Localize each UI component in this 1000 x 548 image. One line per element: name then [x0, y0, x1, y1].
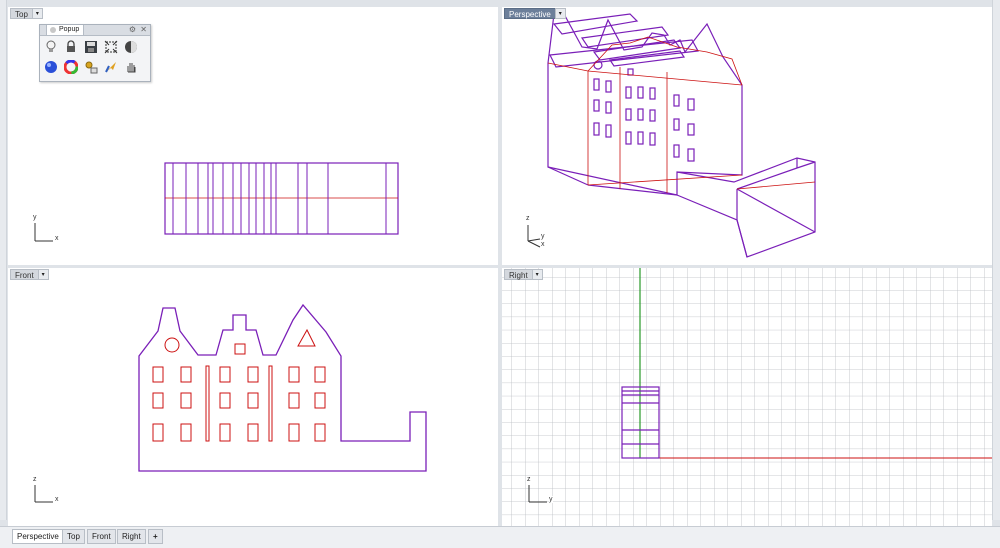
- axis-label-z: z: [527, 476, 531, 483]
- tab-top[interactable]: Top: [62, 529, 85, 544]
- viewport-title-tab[interactable]: Perspective ▾: [504, 8, 566, 19]
- popup-title: Popup: [59, 26, 80, 33]
- right-view-geometry: [502, 268, 992, 526]
- front-view-geometry: [34, 303, 427, 503]
- add-tab-button[interactable]: +: [148, 529, 163, 544]
- axis-label-z: z: [33, 476, 37, 483]
- perspective-view-geometry: [527, 13, 816, 258]
- popup-settings-icon[interactable]: ⚙: [129, 25, 136, 35]
- viewport-menu-dropdown-icon[interactable]: ▾: [531, 269, 543, 280]
- tab-right[interactable]: Right: [117, 529, 146, 544]
- viewport-title-tab[interactable]: Top ▾: [10, 8, 43, 19]
- color-wheel-icon[interactable]: [63, 59, 79, 75]
- axis-label-y: y: [541, 233, 545, 240]
- render-sphere-icon[interactable]: [43, 59, 59, 75]
- popup-tab[interactable]: Popup: [46, 25, 85, 35]
- viewport-label[interactable]: Perspective: [504, 8, 555, 19]
- viewport-perspective[interactable]: Perspective ▾ z y x: [502, 7, 992, 265]
- arrow-select-icon[interactable]: [103, 59, 119, 75]
- popup-close-icon[interactable]: ✕: [140, 25, 147, 35]
- sphere-shaded-icon[interactable]: [123, 39, 139, 55]
- lightbulb-icon[interactable]: [43, 39, 59, 55]
- save-icon[interactable]: [83, 39, 99, 55]
- tab-front[interactable]: Front: [87, 529, 116, 544]
- viewport-title-tab[interactable]: Front ▾: [10, 269, 49, 280]
- viewport-menu-dropdown-icon[interactable]: ▾: [554, 8, 566, 19]
- viewport-right[interactable]: Right ▾ z y: [502, 268, 992, 526]
- zoom-extents-icon[interactable]: [103, 39, 119, 55]
- viewport-title-tab[interactable]: Right ▾: [504, 269, 543, 280]
- popup-header: Popup ⚙ ✕: [40, 25, 150, 36]
- viewport-front[interactable]: Front ▾ z x: [8, 268, 498, 526]
- viewport-tab-bar: Perspective Top Front Right +: [0, 526, 1000, 548]
- popup-icon-grid: [40, 36, 150, 78]
- options-gear-icon[interactable]: [83, 59, 99, 75]
- viewport-label[interactable]: Right: [504, 269, 532, 280]
- viewport-menu-dropdown-icon[interactable]: ▾: [37, 269, 49, 280]
- axis-label-x: x: [55, 235, 59, 242]
- viewport-label[interactable]: Front: [10, 269, 38, 280]
- lock-icon[interactable]: [63, 39, 79, 55]
- tab-bulb-icon: [50, 27, 56, 33]
- tab-perspective[interactable]: Perspective: [12, 529, 64, 544]
- right-edge-panel: [992, 0, 1000, 520]
- pan-hand-icon[interactable]: [123, 59, 139, 75]
- left-edge-panel: [0, 0, 7, 520]
- viewport-menu-dropdown-icon[interactable]: ▾: [31, 8, 43, 19]
- popup-toolbar: Popup ⚙ ✕: [39, 24, 151, 82]
- axis-label-y: y: [549, 496, 553, 503]
- axis-label-z: z: [526, 215, 530, 222]
- axis-label-x: x: [55, 496, 59, 503]
- axis-label-x: x: [541, 241, 545, 248]
- axis-label-y: y: [33, 214, 37, 221]
- viewport-label[interactable]: Top: [10, 8, 32, 19]
- viewport-top[interactable]: Top ▾ y x Popup ⚙ ✕: [8, 7, 498, 265]
